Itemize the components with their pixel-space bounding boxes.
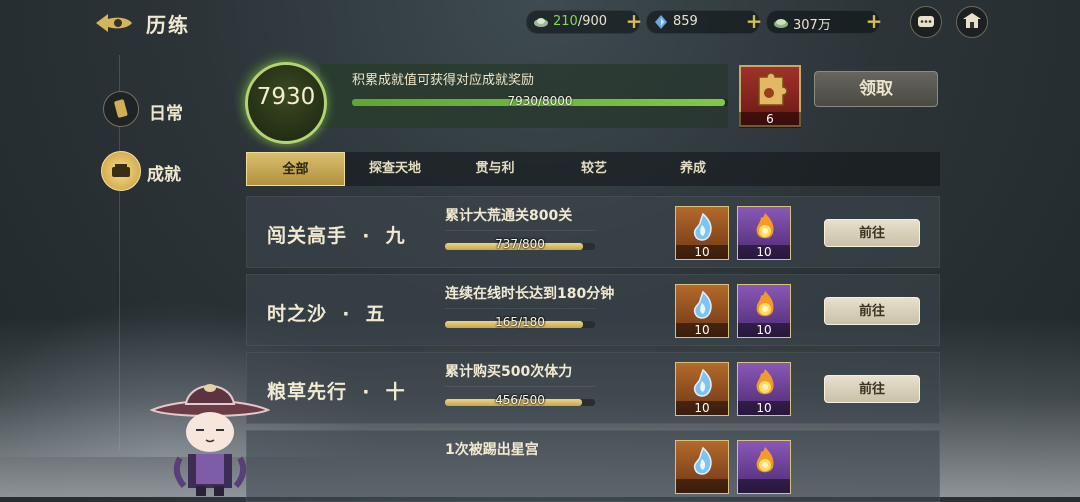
reward-count: 10 (676, 245, 728, 259)
chat-button[interactable] (910, 6, 942, 38)
tab-nurture[interactable]: 养成 (643, 152, 743, 186)
stamina-max: /900 (577, 14, 608, 29)
coin-value: 307万 (793, 18, 831, 33)
banner-reward-count: 6 (739, 112, 801, 128)
coin-resource: 307万 + (766, 10, 882, 34)
add-coin-button[interactable]: + (863, 10, 885, 32)
total-progress-text: 7930/8000 (507, 94, 573, 108)
achievement-name: 闯关高手 · 九 (267, 225, 406, 247)
achievement-name: 时之沙 · 五 (267, 303, 386, 325)
tab-trade[interactable]: 贯与利 (445, 152, 545, 186)
reward-item-fire-orb[interactable]: 10 (737, 362, 791, 416)
fire-orb-icon (756, 291, 774, 317)
scroll-icon (114, 99, 128, 118)
coin-icon (774, 19, 788, 28)
reward-item-fire-orb[interactable]: 10 (737, 206, 791, 260)
achievement-progress-text: 456/500 (495, 393, 545, 407)
gem-resource: 859 + (646, 10, 762, 34)
chat-icon (918, 16, 934, 27)
character-sprite (149, 384, 271, 496)
stamina-current: 210 (553, 14, 578, 29)
reward-item-blue-flame[interactable]: 10 (675, 284, 729, 338)
achievement-row: 1次被踢出星宫 (246, 430, 940, 502)
blue-flame-icon (693, 290, 712, 319)
tab-all[interactable]: 全部 (246, 152, 345, 186)
achievement-row: 粮草先行 · 十 累计购买500次体力 456/500 10 10 前往 (246, 352, 940, 424)
stamina-resource: 210/900 + (526, 10, 642, 34)
reward-count: 10 (738, 323, 790, 337)
reward-item-fire-orb[interactable] (737, 440, 791, 494)
puzzle-piece-icon (758, 72, 788, 106)
reward-count: 10 (738, 401, 790, 415)
tab-explore[interactable]: 探查天地 (345, 152, 445, 186)
go-button[interactable]: 前往 (824, 219, 920, 247)
sidebar-item-achievement[interactable]: 成就 (147, 160, 181, 185)
reward-item-blue-flame[interactable]: 10 (675, 362, 729, 416)
fire-orb-icon (756, 447, 774, 473)
achievement-description: 累计大荒通关800关 (445, 208, 573, 224)
row-divider (445, 308, 595, 309)
page-title: 历练 (146, 13, 190, 37)
character-avatar (149, 374, 271, 497)
achievement-description: 1次被踢出星宫 (445, 442, 539, 458)
fire-orb-icon (756, 369, 774, 395)
stamina-icon (534, 18, 548, 27)
sidebar-item-daily-icon[interactable] (103, 91, 139, 127)
sidebar-item-achievement-icon[interactable] (101, 151, 141, 191)
claim-button[interactable]: 领取 (814, 71, 938, 107)
achievement-score: 7930 (256, 84, 316, 110)
reward-count: 10 (676, 401, 728, 415)
achievement-row: 时之沙 · 五 连续在线时长达到180分钟 165/180 10 10 前往 (246, 274, 940, 346)
blue-flame-icon (693, 212, 712, 241)
reward-count: 10 (738, 245, 790, 259)
reward-count (738, 479, 790, 493)
row-divider (445, 230, 595, 231)
achievement-progress-text: 737/800 (495, 237, 545, 251)
achievement-description: 累计购买500次体力 (445, 364, 573, 380)
blue-flame-icon (693, 446, 712, 475)
add-stamina-button[interactable]: + (623, 10, 645, 32)
tab-contest[interactable]: 较艺 (545, 152, 643, 186)
achievement-progress-text: 165/180 (495, 315, 545, 329)
banner-description: 积累成就值可获得对应成就奖励 (352, 73, 535, 88)
gem-icon (655, 15, 667, 29)
home-button[interactable] (956, 6, 988, 38)
add-gem-button[interactable]: + (743, 10, 765, 32)
reward-item-fire-orb[interactable]: 10 (737, 284, 791, 338)
pavilion-icon (963, 13, 981, 28)
reward-count: 10 (676, 323, 728, 337)
fire-orb-icon (756, 213, 774, 239)
reward-item-blue-flame[interactable] (675, 440, 729, 494)
blue-flame-icon (693, 368, 712, 397)
achievement-row: 闯关高手 · 九 累计大荒通关800关 737/800 10 10 前往 (246, 196, 940, 268)
achievement-name: 粮草先行 · 十 (267, 381, 406, 403)
go-button[interactable]: 前往 (824, 297, 920, 325)
sidebar-item-daily[interactable]: 日常 (149, 99, 183, 124)
reward-item-blue-flame[interactable]: 10 (675, 206, 729, 260)
row-divider (445, 386, 595, 387)
trophy-icon (112, 164, 130, 177)
back-button[interactable] (94, 10, 134, 36)
achievement-description: 连续在线时长达到180分钟 (445, 286, 615, 302)
gem-value: 859 (673, 14, 698, 29)
reward-count (676, 479, 728, 493)
back-arrow-icon (96, 14, 132, 32)
go-button[interactable]: 前往 (824, 375, 920, 403)
